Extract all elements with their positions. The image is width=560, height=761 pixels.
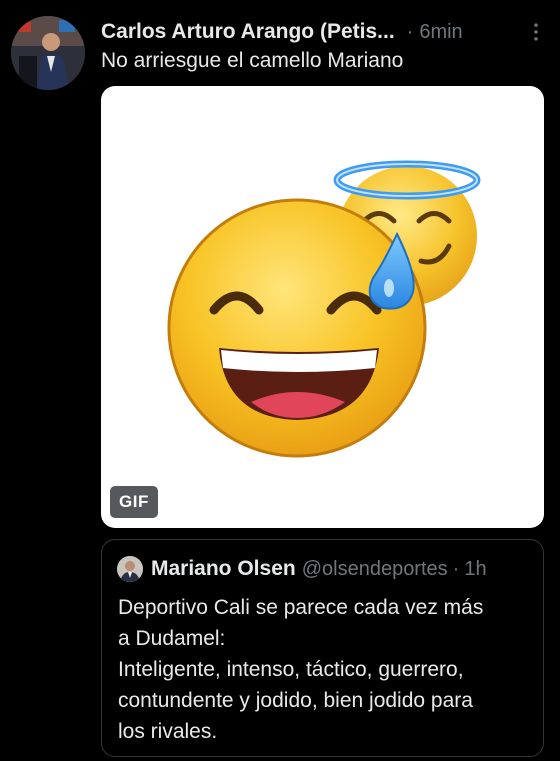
quoted-text-line: a Dudamel: <box>118 627 226 650</box>
sweat-smile-emoji-icon <box>167 160 481 458</box>
quoted-author-name: Mariano Olsen <box>151 557 296 580</box>
sweat-smile-face-icon <box>167 198 427 458</box>
tweet-time[interactable]: 6min <box>419 21 462 44</box>
gif-badge: GIF <box>110 486 158 518</box>
quoted-tweet-text: Deportivo Cali se parece cada vez más a … <box>118 592 531 747</box>
quoted-tweet[interactable]: Mariano Olsen @olsendeportes · 1h Deport… <box>101 539 544 757</box>
quoted-author-handle: @olsendeportes <box>301 557 448 580</box>
quoted-text-line: contundente y jodido, bien jodido para <box>118 689 473 712</box>
quoted-meta-separator: · <box>452 557 460 580</box>
gif-media[interactable]: GIF <box>101 86 544 528</box>
tweet-text: No arriesgue el camello Mariano <box>101 49 404 72</box>
meta-separator: · <box>406 20 414 43</box>
quoted-tweet-header: Mariano Olsen @olsendeportes · 1h <box>117 555 533 583</box>
quoted-author-avatar-image <box>117 556 143 582</box>
author-name[interactable]: Carlos Arturo Arango (Petis... <box>101 20 395 44</box>
quoted-text-line: los rivales. <box>118 720 218 743</box>
quoted-tweet-time: 1h <box>464 557 487 580</box>
author-avatar[interactable] <box>11 16 85 90</box>
quoted-author-avatar <box>117 556 143 582</box>
quoted-text-line: Inteligente, intenso, táctico, guerrero, <box>118 658 464 681</box>
tweet-meta: · 6min <box>407 21 463 44</box>
author-avatar-image <box>11 16 85 90</box>
more-horizontal-icon <box>534 23 538 41</box>
tweet-header: Carlos Arturo Arango (Petis... · 6min <box>101 16 550 48</box>
quoted-text-line: Deportivo Cali se parece cada vez más <box>118 596 484 619</box>
more-options-button[interactable] <box>522 18 550 46</box>
